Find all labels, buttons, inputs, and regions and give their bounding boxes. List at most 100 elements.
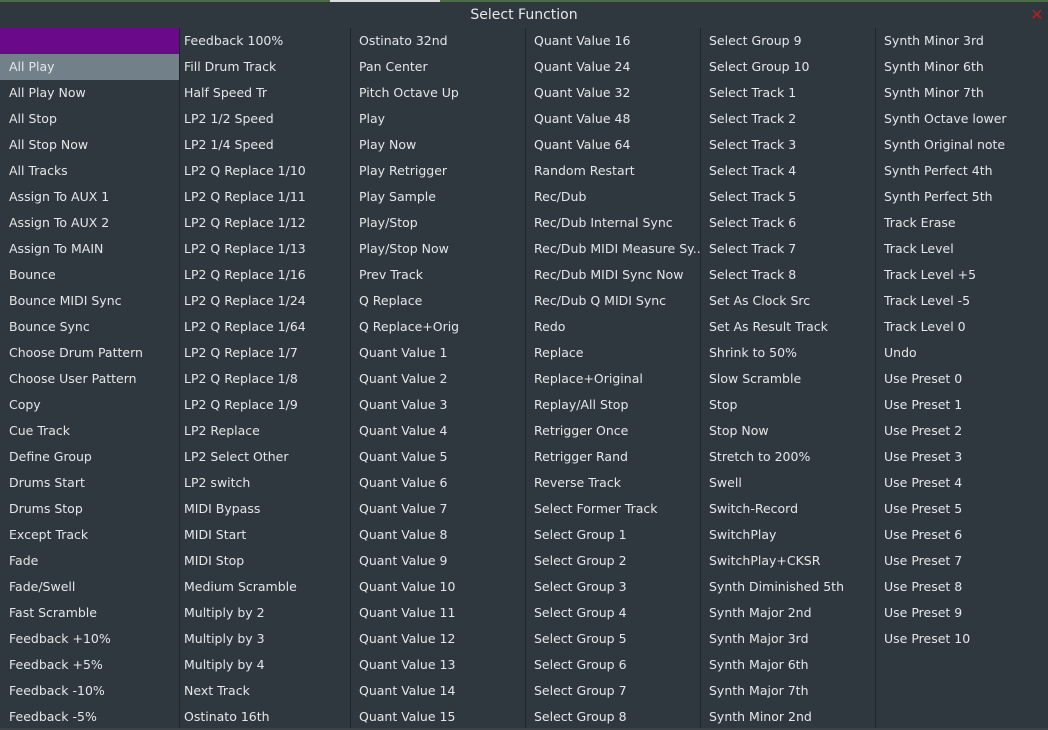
function-item[interactable]: Synth Perfect 5th: [875, 184, 1048, 210]
function-item[interactable]: Ostinato 16th: [175, 704, 350, 730]
function-item[interactable]: Fast Scramble: [0, 600, 179, 626]
function-item[interactable]: Prev Track: [350, 262, 525, 288]
function-item[interactable]: Use Preset 4: [875, 470, 1048, 496]
function-item[interactable]: Quant Value 4: [350, 418, 525, 444]
function-item[interactable]: Assign To MAIN: [0, 236, 179, 262]
function-item[interactable]: Use Preset 2: [875, 418, 1048, 444]
function-item[interactable]: Select Group 9: [700, 28, 875, 54]
function-item[interactable]: Select Group 1: [525, 522, 700, 548]
function-item[interactable]: Use Preset 1: [875, 392, 1048, 418]
function-item[interactable]: Multiply by 2: [175, 600, 350, 626]
function-item[interactable]: SwitchPlay+CKSR: [700, 548, 875, 574]
function-item[interactable]: SwitchPlay: [700, 522, 875, 548]
function-item[interactable]: Play Now: [350, 132, 525, 158]
function-item[interactable]: Q Replace: [350, 288, 525, 314]
function-item[interactable]: Use Preset 3: [875, 444, 1048, 470]
function-item[interactable]: Rec/Dub Q MIDI Sync: [525, 288, 700, 314]
function-item[interactable]: Select Group 5: [525, 626, 700, 652]
function-item[interactable]: Synth Original note: [875, 132, 1048, 158]
function-item[interactable]: LP2 1/2 Speed: [175, 106, 350, 132]
function-item[interactable]: Multiply by 4: [175, 652, 350, 678]
function-item[interactable]: Feedback -10%: [0, 678, 179, 704]
function-item[interactable]: LP2 Q Replace 1/8: [175, 366, 350, 392]
function-item[interactable]: Track Level +5: [875, 262, 1048, 288]
function-item[interactable]: Select Group 4: [525, 600, 700, 626]
function-item[interactable]: Pitch Octave Up: [350, 80, 525, 106]
function-item[interactable]: LP2 1/4 Speed: [175, 132, 350, 158]
function-item[interactable]: Stop Now: [700, 418, 875, 444]
function-item[interactable]: Redo: [525, 314, 700, 340]
function-item[interactable]: Stretch to 200%: [700, 444, 875, 470]
function-item[interactable]: Choose Drum Pattern: [0, 340, 179, 366]
function-item[interactable]: Drums Start: [0, 470, 179, 496]
function-item[interactable]: Drums Stop: [0, 496, 179, 522]
function-item[interactable]: Swell: [700, 470, 875, 496]
function-item[interactable]: Select Group 10: [700, 54, 875, 80]
function-item[interactable]: Medium Scramble: [175, 574, 350, 600]
function-item[interactable]: Bounce: [0, 262, 179, 288]
function-item[interactable]: Select Group 3: [525, 574, 700, 600]
function-item[interactable]: Quant Value 14: [350, 678, 525, 704]
function-item[interactable]: All Play Now: [0, 80, 179, 106]
function-item[interactable]: Quant Value 24: [525, 54, 700, 80]
function-item[interactable]: Use Preset 9: [875, 600, 1048, 626]
function-item[interactable]: Retrigger Once: [525, 418, 700, 444]
function-item[interactable]: Select Track 1: [700, 80, 875, 106]
function-item[interactable]: LP2 Q Replace 1/7: [175, 340, 350, 366]
function-item[interactable]: MIDI Stop: [175, 548, 350, 574]
function-item[interactable]: LP2 Select Other: [175, 444, 350, 470]
function-item[interactable]: Replace+Original: [525, 366, 700, 392]
function-item[interactable]: Cue Track: [0, 418, 179, 444]
function-item[interactable]: Synth Minor 7th: [875, 80, 1048, 106]
function-item[interactable]: Rec/Dub MIDI Measure Sy...: [525, 236, 700, 262]
function-item[interactable]: Synth Major 6th: [700, 652, 875, 678]
function-item[interactable]: Quant Value 12: [350, 626, 525, 652]
function-item[interactable]: LP2 Replace: [175, 418, 350, 444]
function-item[interactable]: Use Preset 0: [875, 366, 1048, 392]
function-item[interactable]: Synth Perfect 4th: [875, 158, 1048, 184]
function-item[interactable]: Select Group 7: [525, 678, 700, 704]
function-item[interactable]: Synth Major 2nd: [700, 600, 875, 626]
function-item[interactable]: Rec/Dub MIDI Sync Now: [525, 262, 700, 288]
function-item[interactable]: Choose User Pattern: [0, 366, 179, 392]
function-item[interactable]: Synth Major 7th: [700, 678, 875, 704]
function-item[interactable]: Play Retrigger: [350, 158, 525, 184]
function-item[interactable]: Select Track 6: [700, 210, 875, 236]
function-item[interactable]: Track Level 0: [875, 314, 1048, 340]
function-item[interactable]: Select Track 8: [700, 262, 875, 288]
function-item[interactable]: LP2 Q Replace 1/16: [175, 262, 350, 288]
function-item[interactable]: Stop: [700, 392, 875, 418]
function-item[interactable]: Select Group 8: [525, 704, 700, 730]
function-item[interactable]: Feedback -5%: [0, 704, 179, 730]
function-item[interactable]: Synth Minor 3rd: [875, 28, 1048, 54]
function-item[interactable]: Assign To AUX 2: [0, 210, 179, 236]
function-item[interactable]: Undo: [875, 340, 1048, 366]
function-item[interactable]: Half Speed Tr: [175, 80, 350, 106]
function-item[interactable]: Define Group: [0, 444, 179, 470]
function-item[interactable]: Quant Value 5: [350, 444, 525, 470]
function-item[interactable]: Use Preset 7: [875, 548, 1048, 574]
function-item[interactable]: Select Group 2: [525, 548, 700, 574]
close-icon[interactable]: ✕: [1030, 7, 1044, 23]
function-item[interactable]: Select Group 6: [525, 652, 700, 678]
function-item[interactable]: Bounce MIDI Sync: [0, 288, 179, 314]
function-item[interactable]: Quant Value 7: [350, 496, 525, 522]
function-item[interactable]: Shrink to 50%: [700, 340, 875, 366]
function-item[interactable]: LP2 Q Replace 1/9: [175, 392, 350, 418]
function-item[interactable]: All Stop Now: [0, 132, 179, 158]
function-item[interactable]: Feedback +5%: [0, 652, 179, 678]
function-item[interactable]: Quant Value 10: [350, 574, 525, 600]
function-item[interactable]: Synth Minor 6th: [875, 54, 1048, 80]
function-item[interactable]: Rec/Dub Internal Sync: [525, 210, 700, 236]
function-item[interactable]: Track Level -5: [875, 288, 1048, 314]
blank-function-item[interactable]: [0, 28, 179, 54]
function-item[interactable]: LP2 Q Replace 1/10: [175, 158, 350, 184]
function-item[interactable]: Select Track 3: [700, 132, 875, 158]
function-item[interactable]: MIDI Bypass: [175, 496, 350, 522]
function-item[interactable]: Replace: [525, 340, 700, 366]
function-item[interactable]: Quant Value 15: [350, 704, 525, 730]
function-item[interactable]: Fade: [0, 548, 179, 574]
function-item[interactable]: Play: [350, 106, 525, 132]
function-item[interactable]: Track Level: [875, 236, 1048, 262]
function-item[interactable]: Synth Diminished 5th: [700, 574, 875, 600]
